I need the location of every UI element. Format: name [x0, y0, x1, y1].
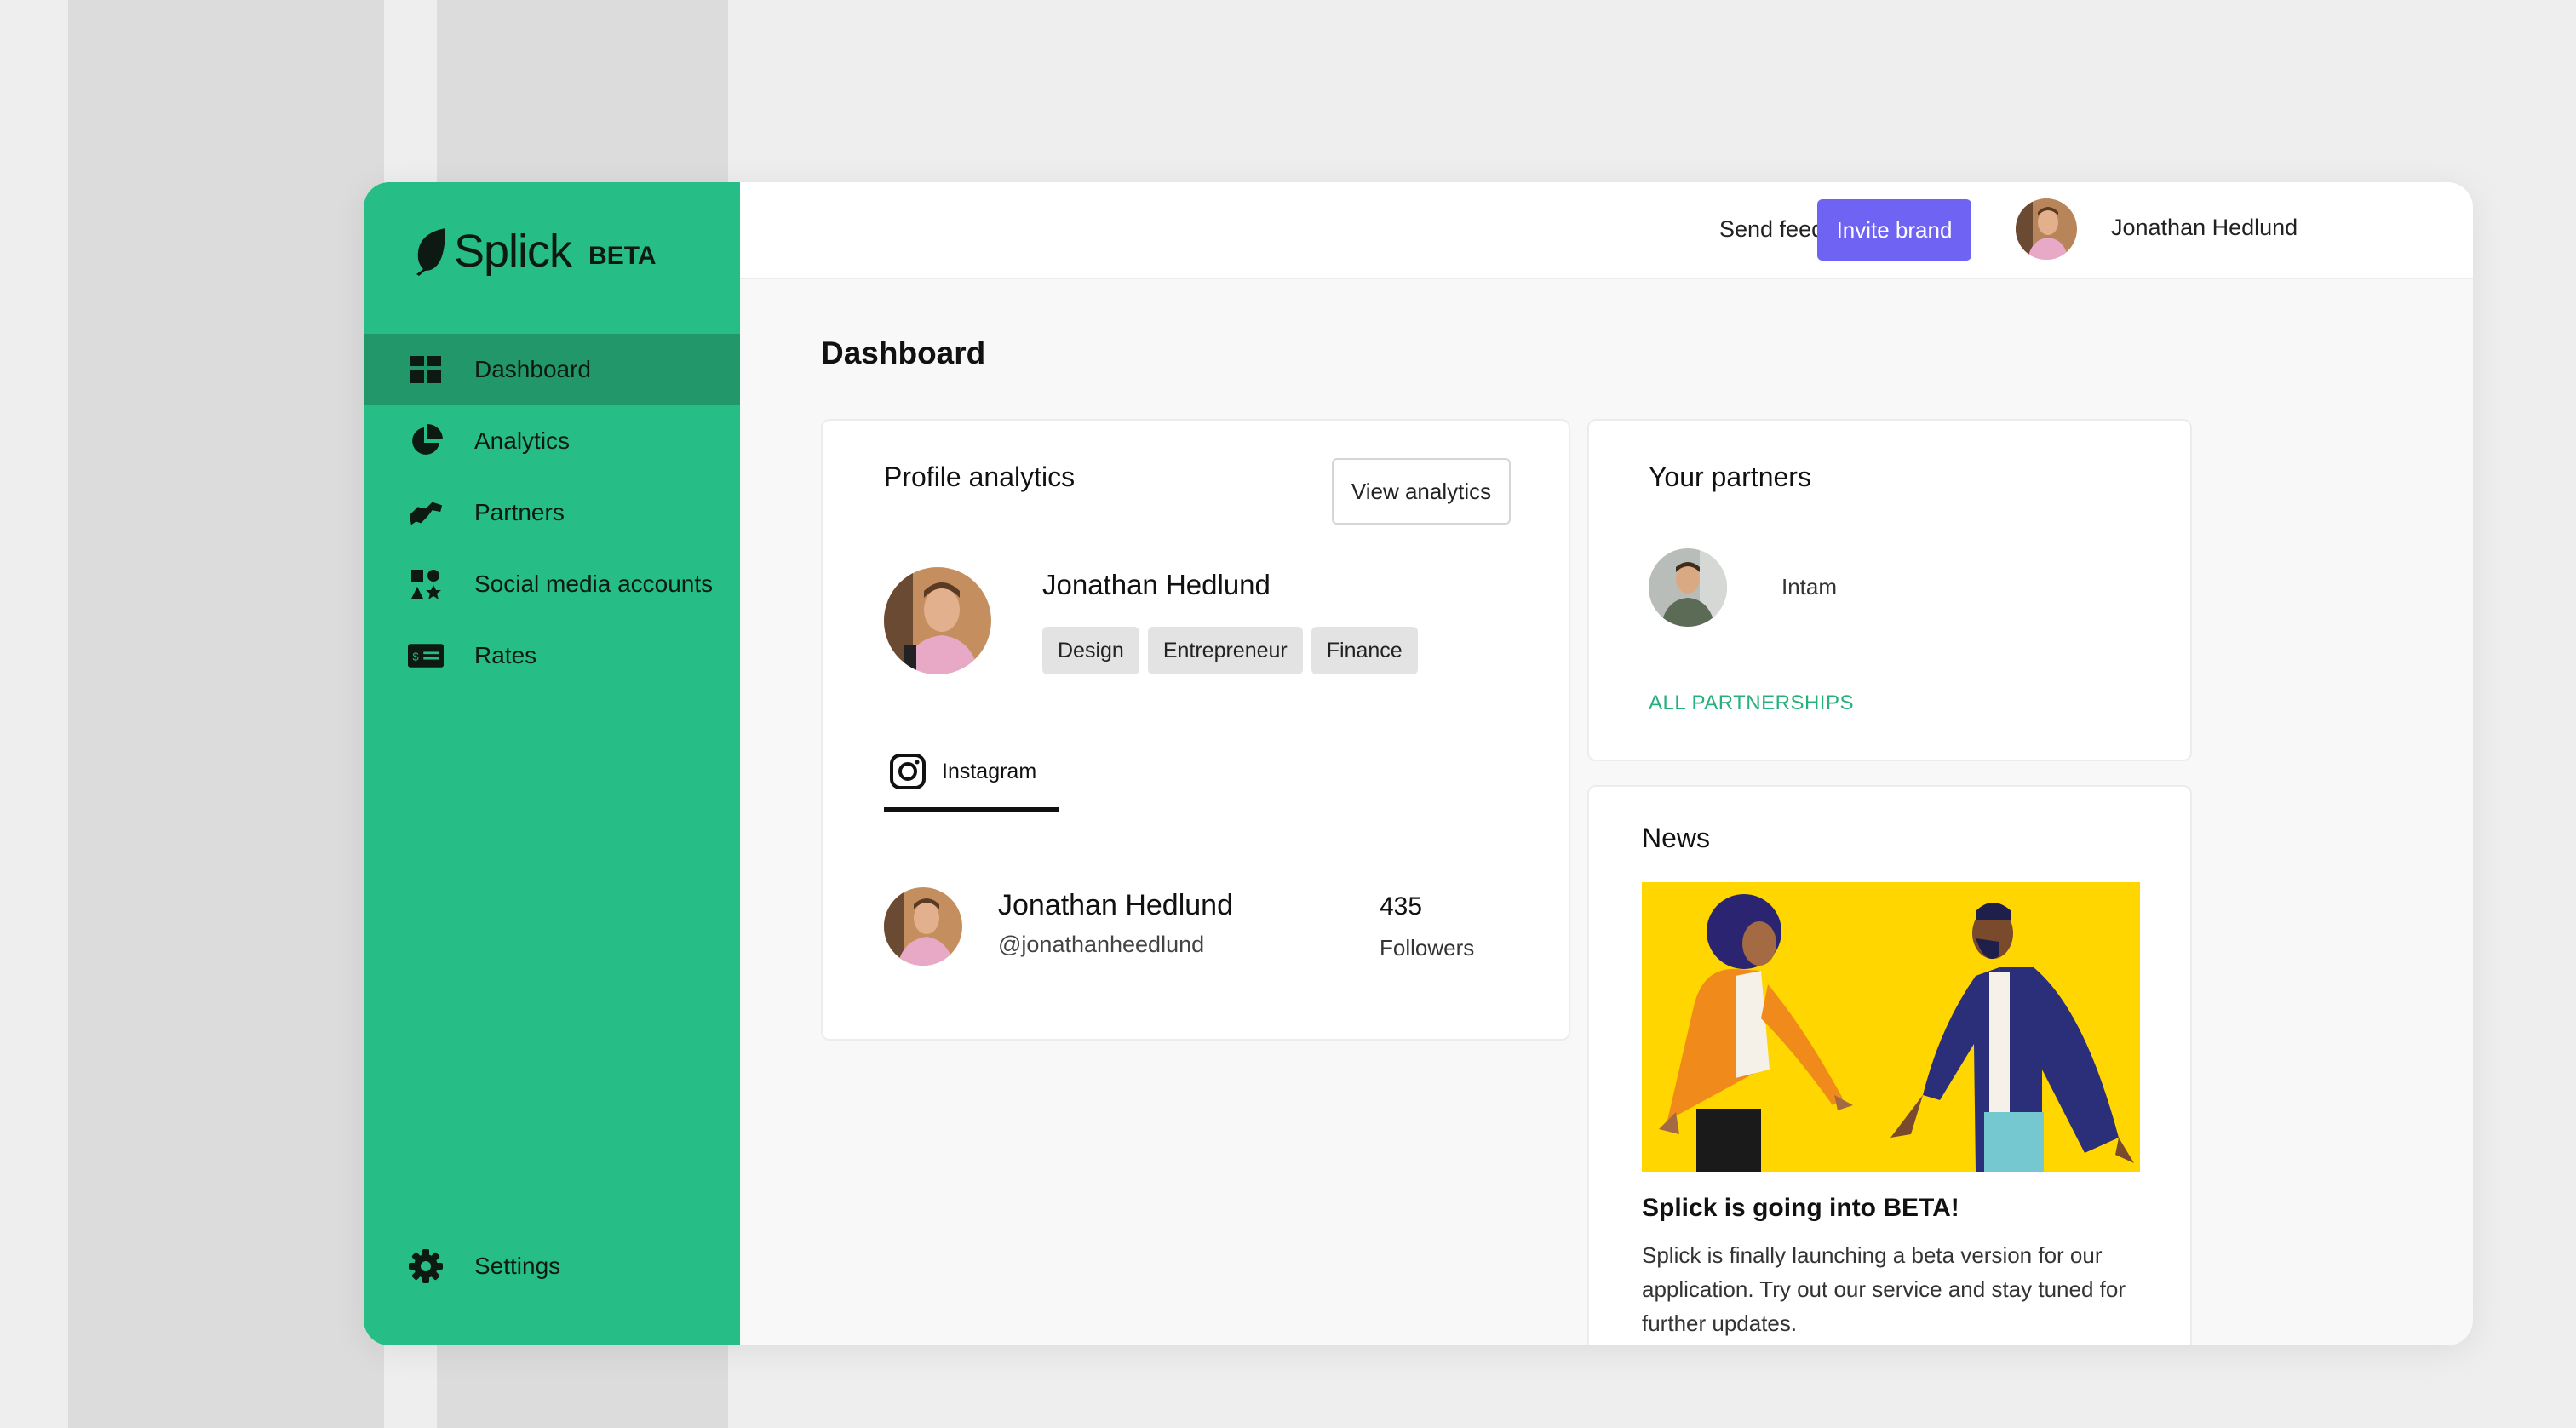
sidebar-item-label: Rates: [474, 642, 537, 668]
sidebar: Splick BETA Dashboard Analytics Partners…: [364, 182, 740, 1345]
sidebar-item-settings[interactable]: Settings: [364, 1230, 740, 1302]
sidebar-item-social-media-accounts[interactable]: Social media accounts: [364, 548, 740, 620]
sidebar-item-label: Dashboard: [474, 356, 591, 382]
sidebar-item-label: Analytics: [474, 427, 571, 454]
followers-label: Followers: [1380, 935, 1475, 961]
all-partnerships-link[interactable]: ALL PARTNERSHIPS: [1649, 691, 1854, 715]
tag-list: Design Entrepreneur Finance: [1042, 627, 1418, 674]
partner-name[interactable]: Intam: [1781, 574, 1837, 600]
avatar: [884, 887, 962, 966]
card-title: Profile analytics: [884, 462, 1076, 492]
invite-brand-button[interactable]: Invite brand: [1817, 199, 1971, 261]
user-name[interactable]: Jonathan Hedlund: [2111, 215, 2298, 241]
social-media-icon: [408, 566, 444, 602]
dashboard-icon: [408, 352, 444, 387]
sidebar-item-label: Partners: [474, 499, 565, 525]
logo[interactable]: Splick BETA: [411, 225, 657, 278]
beta-badge: BETA: [588, 242, 657, 270]
tab-instagram[interactable]: Instagram: [884, 749, 1059, 812]
card-title: Your partners: [1649, 462, 1811, 492]
app-window: Splick BETA Dashboard Analytics Partners…: [364, 182, 2473, 1345]
sidebar-item-label: Social media accounts: [474, 571, 714, 597]
avatar: [884, 567, 991, 674]
profile-analytics-card: Profile analytics View analytics Jonatha…: [821, 419, 1570, 1041]
pie-chart-icon: [408, 423, 444, 459]
card-title: News: [1642, 823, 1711, 853]
profile-name: Jonathan Hedlund: [1042, 569, 1271, 600]
sidebar-item-analytics[interactable]: Analytics: [364, 405, 740, 477]
news-card: News Splick is going into BETA! Splick i…: [1587, 785, 2192, 1345]
page-title: Dashboard: [821, 335, 986, 370]
sidebar-item-dashboard[interactable]: Dashboard: [364, 334, 740, 405]
instagram-icon: [890, 754, 926, 789]
logo-text: Splick: [454, 226, 572, 277]
account-handle: @jonathanheedlund: [998, 932, 1205, 957]
sidebar-item-partners[interactable]: Partners: [364, 477, 740, 548]
gear-icon: [408, 1248, 444, 1284]
top-bar: Send feedback! Invite brand Jonathan Hed…: [740, 182, 2473, 279]
news-body: Splick is finally launching a beta versi…: [1642, 1242, 2126, 1336]
tab-label: Instagram: [942, 760, 1037, 783]
tag[interactable]: Design: [1042, 627, 1139, 674]
background-stripe: [68, 0, 384, 1428]
news-headline[interactable]: Splick is going into BETA!: [1642, 1194, 1959, 1223]
followers-count: 435: [1380, 892, 1423, 920]
tag[interactable]: Finance: [1311, 627, 1418, 674]
handshake-icon: [408, 495, 444, 530]
tag[interactable]: Entrepreneur: [1147, 627, 1303, 674]
sidebar-item-label: Settings: [474, 1253, 561, 1279]
sidebar-nav: Dashboard Analytics Partners Social medi…: [364, 334, 740, 691]
svg-text:$: $: [412, 650, 418, 662]
account-name: Jonathan Hedlund: [998, 889, 1234, 921]
partners-card: Your partners Intam ALL PARTNERSHIPS: [1587, 419, 2192, 761]
avatar[interactable]: [2016, 198, 2077, 260]
leaf-icon: [416, 228, 445, 276]
sidebar-settings-wrap: Settings: [364, 1230, 740, 1302]
money-card-icon: $: [408, 638, 444, 674]
news-illustration: [1642, 882, 2140, 1172]
avatar[interactable]: [1649, 548, 1727, 627]
view-analytics-button[interactable]: View analytics: [1332, 458, 1511, 525]
sidebar-item-rates[interactable]: $ Rates: [364, 620, 740, 691]
